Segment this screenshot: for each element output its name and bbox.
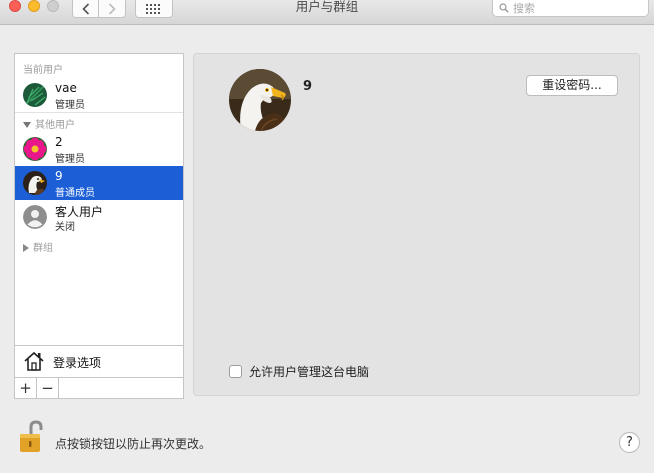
- allow-admin-option[interactable]: 允许用户管理这台电脑: [229, 363, 369, 380]
- user-role: 关闭: [55, 222, 75, 233]
- disclosure-down-icon: [23, 122, 31, 128]
- user-role: 管理员: [55, 100, 85, 111]
- unlocked-padlock-icon: [20, 420, 43, 452]
- guest-person-icon: [23, 205, 47, 229]
- search-field[interactable]: 搜索: [492, 0, 649, 17]
- remove-user-button[interactable]: −: [37, 378, 59, 398]
- user-list: 当前用户 vae 管理员 其他用户 2 管理员 9 普通成员 客人用户 关闭 群…: [14, 53, 184, 345]
- help-button[interactable]: ?: [619, 432, 640, 453]
- lock-button[interactable]: [18, 420, 44, 457]
- user-detail-panel: 9 重设密码... 允许用户管理这台电脑: [193, 53, 640, 396]
- search-icon: [499, 3, 509, 13]
- eagle-icon: [23, 171, 47, 195]
- search-placeholder: 搜索: [513, 2, 535, 15]
- current-users-heading: 当前用户: [23, 65, 63, 76]
- flower-icon: [23, 137, 47, 161]
- palm-leaf-icon: [23, 83, 47, 107]
- user-name: 2: [55, 135, 63, 149]
- user-role: 普通成员: [55, 188, 95, 199]
- allow-admin-label: 允许用户管理这台电脑: [249, 365, 370, 379]
- groups-heading[interactable]: 群组: [23, 239, 53, 254]
- user-row-9[interactable]: 9 普通成员: [15, 166, 183, 200]
- eagle-icon[interactable]: [229, 69, 291, 131]
- user-name: vae: [55, 81, 77, 95]
- login-options-label: 登录选项: [53, 356, 102, 370]
- selected-user-name: 9: [303, 79, 313, 94]
- title-bar: 用户与群组 搜索: [0, 0, 654, 25]
- user-role: 管理员: [55, 154, 85, 165]
- user-name: 9: [55, 169, 63, 183]
- house-icon: [24, 351, 44, 371]
- lock-instructions: 点按锁按钮以防止再次更改。: [55, 437, 212, 451]
- other-users-heading[interactable]: 其他用户: [23, 116, 75, 131]
- add-remove-bar: + −: [14, 378, 184, 399]
- add-user-button[interactable]: +: [15, 378, 37, 398]
- user-row-2[interactable]: 2 管理员: [15, 132, 183, 166]
- disclosure-right-icon: [23, 244, 29, 252]
- user-row-vae[interactable]: vae 管理员: [15, 78, 183, 112]
- allow-admin-checkbox[interactable]: [229, 365, 242, 378]
- user-row-guest[interactable]: 客人用户 关闭: [15, 200, 183, 234]
- login-options-item[interactable]: 登录选项: [14, 345, 184, 378]
- reset-password-button[interactable]: 重设密码...: [526, 75, 618, 96]
